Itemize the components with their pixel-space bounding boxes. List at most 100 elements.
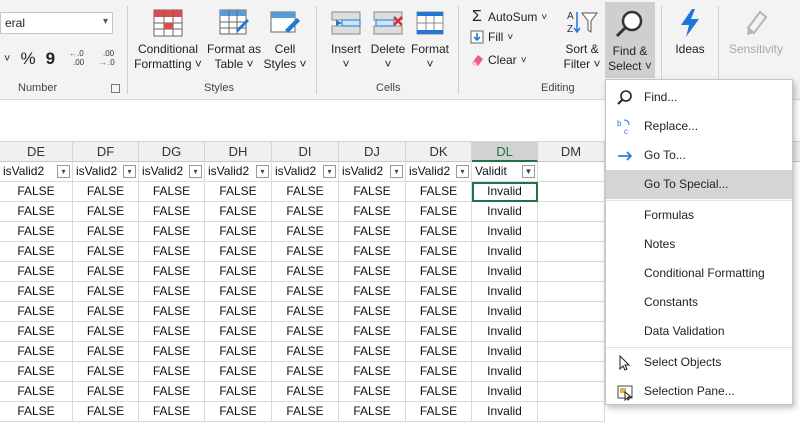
table-cell[interactable]: FALSE bbox=[73, 182, 139, 202]
table-cell[interactable]: FALSE bbox=[139, 382, 205, 402]
table-cell[interactable]: FALSE bbox=[139, 362, 205, 382]
column-header-dm[interactable]: DM bbox=[538, 142, 605, 162]
table-cell[interactable]: FALSE bbox=[272, 202, 339, 222]
table-cell[interactable]: FALSE bbox=[339, 222, 406, 242]
table-cell[interactable]: FALSE bbox=[272, 242, 339, 262]
table-cell[interactable]: FALSE bbox=[73, 302, 139, 322]
table-cell[interactable] bbox=[538, 302, 605, 322]
column-header-df[interactable]: DF bbox=[73, 142, 139, 162]
table-cell[interactable]: FALSE bbox=[73, 362, 139, 382]
table-cell[interactable]: FALSE bbox=[272, 322, 339, 342]
table-cell[interactable]: FALSE bbox=[73, 382, 139, 402]
menu-item-conditional-formatting[interactable]: Conditional Formatting bbox=[606, 259, 792, 288]
column-header-di[interactable]: DI bbox=[272, 142, 339, 162]
table-cell[interactable]: FALSE bbox=[339, 402, 406, 422]
table-cell[interactable]: FALSE bbox=[272, 182, 339, 202]
format-as-table-button[interactable]: Format as Table ˅ bbox=[205, 8, 263, 72]
table-cell[interactable]: FALSE bbox=[73, 202, 139, 222]
menu-item-find[interactable]: Find... bbox=[606, 83, 792, 112]
table-cell[interactable] bbox=[538, 162, 605, 182]
column-header-dg[interactable]: DG bbox=[139, 142, 205, 162]
table-cell[interactable]: FALSE bbox=[339, 262, 406, 282]
table-cell[interactable]: FALSE bbox=[406, 282, 472, 302]
menu-item-notes[interactable]: Notes bbox=[606, 230, 792, 259]
filter-header-cell[interactable]: Validit ▼ bbox=[472, 162, 538, 182]
filter-header-cell[interactable]: isValid2 ▾ bbox=[73, 162, 139, 182]
table-cell[interactable]: Invalid bbox=[472, 342, 538, 362]
increase-decimal-icon[interactable]: ← .0.00 bbox=[69, 48, 91, 69]
menu-item-constants[interactable]: Constants bbox=[606, 288, 792, 317]
table-cell[interactable]: FALSE bbox=[0, 322, 73, 342]
table-cell[interactable]: Invalid bbox=[472, 222, 538, 242]
table-cell[interactable]: FALSE bbox=[339, 302, 406, 322]
menu-item-go-to[interactable]: Go To... bbox=[606, 141, 792, 170]
table-cell[interactable]: FALSE bbox=[0, 402, 73, 422]
table-cell[interactable] bbox=[538, 342, 605, 362]
filter-header-cell[interactable]: isValid2 ▾ bbox=[406, 162, 472, 182]
table-cell[interactable]: Invalid bbox=[472, 182, 538, 202]
column-header-dj[interactable]: DJ bbox=[339, 142, 406, 162]
dialog-launcher-icon[interactable] bbox=[111, 84, 120, 93]
table-cell[interactable]: FALSE bbox=[205, 202, 272, 222]
table-cell[interactable]: FALSE bbox=[205, 342, 272, 362]
table-cell[interactable]: FALSE bbox=[73, 402, 139, 422]
table-cell[interactable] bbox=[538, 182, 605, 202]
table-cell[interactable]: FALSE bbox=[205, 302, 272, 322]
table-cell[interactable]: FALSE bbox=[139, 202, 205, 222]
filter-dropdown-icon[interactable]: ▾ bbox=[189, 165, 202, 178]
insert-cells-button[interactable]: Insert ˅ bbox=[325, 8, 367, 72]
table-cell[interactable]: FALSE bbox=[339, 202, 406, 222]
filter-header-cell[interactable]: isValid2 ▾ bbox=[139, 162, 205, 182]
table-cell[interactable]: Invalid bbox=[472, 402, 538, 422]
table-cell[interactable]: FALSE bbox=[339, 182, 406, 202]
table-cell[interactable]: FALSE bbox=[272, 302, 339, 322]
filter-dropdown-icon[interactable]: ▾ bbox=[456, 165, 469, 178]
table-cell[interactable]: FALSE bbox=[339, 282, 406, 302]
table-cell[interactable] bbox=[538, 262, 605, 282]
table-cell[interactable]: FALSE bbox=[139, 302, 205, 322]
menu-item-replace[interactable]: b c Replace... bbox=[606, 112, 792, 141]
fill-button[interactable]: Fill ˅ bbox=[470, 30, 513, 44]
table-cell[interactable]: FALSE bbox=[406, 202, 472, 222]
conditional-formatting-button[interactable]: Conditional Formatting ˅ bbox=[133, 8, 203, 72]
table-cell[interactable]: FALSE bbox=[406, 322, 472, 342]
menu-item-go-to-special[interactable]: Go To Special... bbox=[606, 170, 792, 199]
sensitivity-button[interactable]: Sensitivity bbox=[724, 8, 788, 57]
table-cell[interactable]: FALSE bbox=[272, 402, 339, 422]
comma-style-button[interactable]: 9 bbox=[46, 49, 55, 69]
table-cell[interactable]: FALSE bbox=[73, 342, 139, 362]
table-cell[interactable]: FALSE bbox=[139, 402, 205, 422]
column-header-dk[interactable]: DK bbox=[406, 142, 472, 162]
table-cell[interactable]: FALSE bbox=[406, 262, 472, 282]
filter-header-cell[interactable]: isValid2 ▾ bbox=[272, 162, 339, 182]
table-cell[interactable]: FALSE bbox=[139, 182, 205, 202]
table-cell[interactable]: FALSE bbox=[0, 362, 73, 382]
table-cell[interactable]: FALSE bbox=[406, 362, 472, 382]
table-cell[interactable]: FALSE bbox=[406, 342, 472, 362]
table-cell[interactable]: FALSE bbox=[406, 222, 472, 242]
table-cell[interactable]: FALSE bbox=[139, 222, 205, 242]
table-cell[interactable]: FALSE bbox=[0, 222, 73, 242]
table-cell[interactable]: FALSE bbox=[339, 242, 406, 262]
cell-styles-button[interactable]: Cell Styles ˅ bbox=[263, 8, 307, 72]
table-cell[interactable]: Invalid bbox=[472, 262, 538, 282]
decrease-decimal-icon[interactable]: .00 → .0 bbox=[99, 48, 121, 69]
table-cell[interactable]: FALSE bbox=[339, 382, 406, 402]
autosum-button[interactable]: Σ AutoSum ˅ bbox=[470, 8, 547, 26]
table-cell[interactable] bbox=[538, 362, 605, 382]
table-cell[interactable]: Invalid bbox=[472, 202, 538, 222]
table-cell[interactable]: FALSE bbox=[205, 182, 272, 202]
table-cell[interactable]: FALSE bbox=[0, 302, 73, 322]
table-cell[interactable]: FALSE bbox=[0, 282, 73, 302]
currency-dropdown-icon[interactable]: ˅ bbox=[4, 53, 10, 65]
table-cell[interactable]: FALSE bbox=[406, 242, 472, 262]
menu-item-data-validation[interactable]: Data Validation bbox=[606, 317, 792, 346]
table-cell[interactable]: FALSE bbox=[205, 282, 272, 302]
table-cell[interactable]: FALSE bbox=[73, 322, 139, 342]
table-cell[interactable]: FALSE bbox=[205, 262, 272, 282]
table-cell[interactable]: FALSE bbox=[205, 402, 272, 422]
table-cell[interactable]: Invalid bbox=[472, 382, 538, 402]
menu-item-select-objects[interactable]: Select Objects bbox=[606, 348, 792, 377]
column-header-de[interactable]: DE bbox=[0, 142, 73, 162]
table-cell[interactable] bbox=[538, 242, 605, 262]
